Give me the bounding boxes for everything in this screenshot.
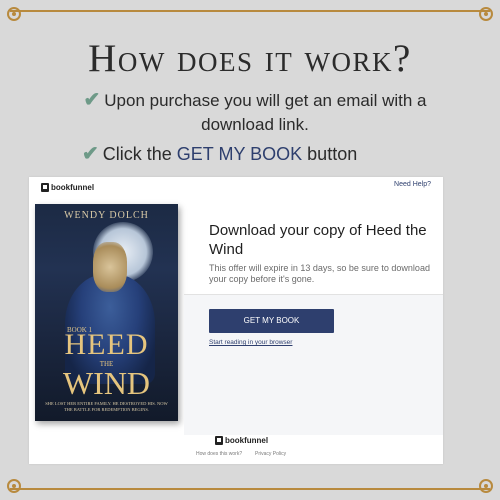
bookfunnel-logo-icon (215, 436, 223, 445)
cover-figure-hair (93, 242, 127, 292)
cover-title-line3: WIND (62, 365, 151, 401)
bullet-get-book-prefix: Click the (102, 144, 177, 164)
book-cover: WENDY DOLCH BOOK 1 HEED THE WIND SHE LOS… (35, 204, 178, 421)
footer-logo-text: bookfunnel (225, 436, 269, 445)
privacy-policy-link[interactable]: Privacy Policy (255, 451, 286, 457)
bookfunnel-logo[interactable]: bookfunnel (41, 183, 94, 192)
cover-title-line1: HEED (64, 328, 149, 361)
bullet-email: ✔ Upon purchase you will get an email wit… (50, 88, 460, 137)
bookfunnel-logo-text: bookfunnel (51, 183, 95, 192)
page-title: How does it work? (88, 37, 412, 80)
bullet-get-book-suffix: button (302, 144, 358, 164)
ornament-icon (479, 7, 493, 21)
check-icon: ✔ (82, 143, 99, 165)
ornament-icon (7, 7, 21, 21)
read-in-browser-link[interactable]: Start reading in your browser (209, 339, 292, 346)
need-help-link[interactable]: Need Help? (394, 181, 431, 188)
get-my-book-button[interactable]: GET MY BOOK (209, 309, 334, 333)
cover-author: WENDY DOLCH (64, 210, 149, 221)
check-icon: ✔ (83, 89, 101, 111)
bookfunnel-screenshot: bookfunnel Need Help? WENDY DOLCH BOOK 1… (29, 177, 443, 464)
download-title: Download your copy of Heed the Wind (209, 222, 427, 258)
ornament-icon (7, 479, 21, 493)
bullet-email-text: Upon purchase you will get an email with… (104, 91, 427, 134)
ornament-icon (479, 479, 493, 493)
how-does-this-work-link[interactable]: How does this work? (196, 451, 242, 457)
bullet-get-book-accent: GET MY BOOK (176, 144, 303, 164)
footer-bookfunnel-logo[interactable]: bookfunnel (215, 436, 268, 445)
cover-blurb: SHE LOST HER ENTIRE FAMILY. HE DESTROYED… (45, 401, 168, 412)
bookfunnel-logo-icon (41, 183, 49, 192)
bullet-get-book: ✔ Click the GET MY BOOK button (82, 142, 357, 166)
download-subtitle: This offer will expire in 13 days, so be… (209, 263, 430, 284)
